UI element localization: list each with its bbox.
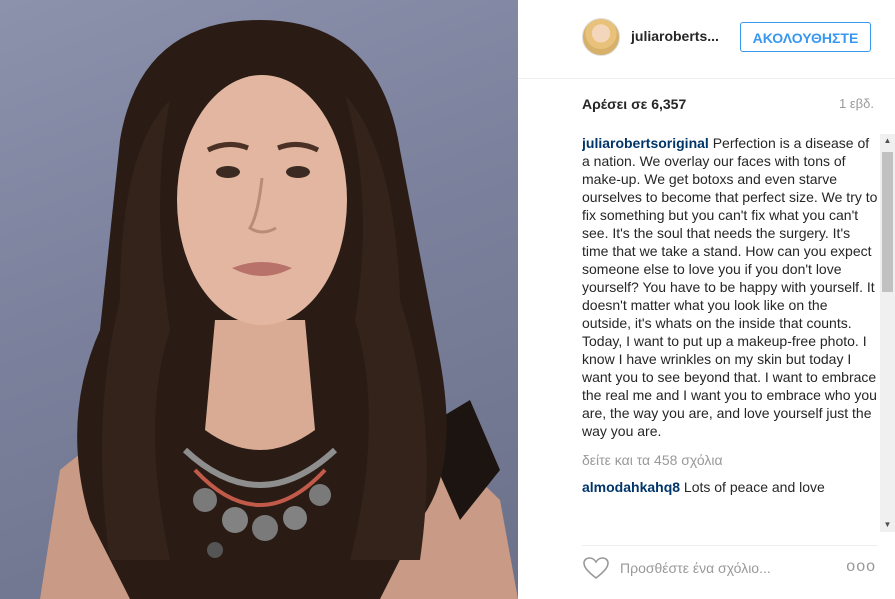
comment-item: almodahkahq8 Lots of peace and love <box>582 478 878 496</box>
likes-row: Αρέσει σε 6,357 1 εβδ. <box>582 96 874 116</box>
instagram-post-view: juliaroberts... ΑΚΟΛΟΥΘΗΣΤΕ Αρέσει σε 6,… <box>0 0 895 599</box>
comment-username-link[interactable]: almodahkahq8 <box>582 479 680 495</box>
caption-username-link[interactable]: juliarobertsoriginal <box>582 135 709 151</box>
follow-button[interactable]: ΑΚΟΛΟΥΘΗΣΤΕ <box>740 22 871 52</box>
scrollbar-thumb[interactable] <box>882 152 893 292</box>
comment-input[interactable] <box>620 557 820 579</box>
view-all-comments-link[interactable]: δείτε και τα 458 σχόλια <box>582 451 878 469</box>
post-photo[interactable] <box>0 0 518 599</box>
portrait-illustration <box>40 20 518 599</box>
post-timestamp[interactable]: 1 εβδ. <box>839 96 874 111</box>
triangle-down-icon[interactable]: ▼ <box>880 518 895 532</box>
post-header: juliaroberts... ΑΚΟΛΟΥΘΗΣΤΕ <box>518 0 895 79</box>
comments-scrollbar[interactable]: ▲ ▼ <box>880 134 895 532</box>
comment-bar: ooo <box>582 545 878 588</box>
heart-outline-icon[interactable] <box>582 556 610 580</box>
caption-text: Perfection is a disease of a nation. We … <box>582 135 878 439</box>
more-options-icon[interactable]: ooo <box>846 558 876 576</box>
header-username-link[interactable]: juliaroberts... <box>631 28 719 44</box>
caption: juliarobertsoriginal Perfection is a dis… <box>582 134 878 440</box>
post-side-panel: juliaroberts... ΑΚΟΛΟΥΘΗΣΤΕ Αρέσει σε 6,… <box>518 0 895 599</box>
comments-list[interactable]: juliarobertsoriginal Perfection is a dis… <box>582 134 878 532</box>
likes-count[interactable]: Αρέσει σε 6,357 <box>582 96 686 112</box>
triangle-up-icon[interactable]: ▲ <box>880 134 895 148</box>
comment-text: Lots of peace and love <box>683 479 825 495</box>
avatar[interactable] <box>582 18 620 56</box>
